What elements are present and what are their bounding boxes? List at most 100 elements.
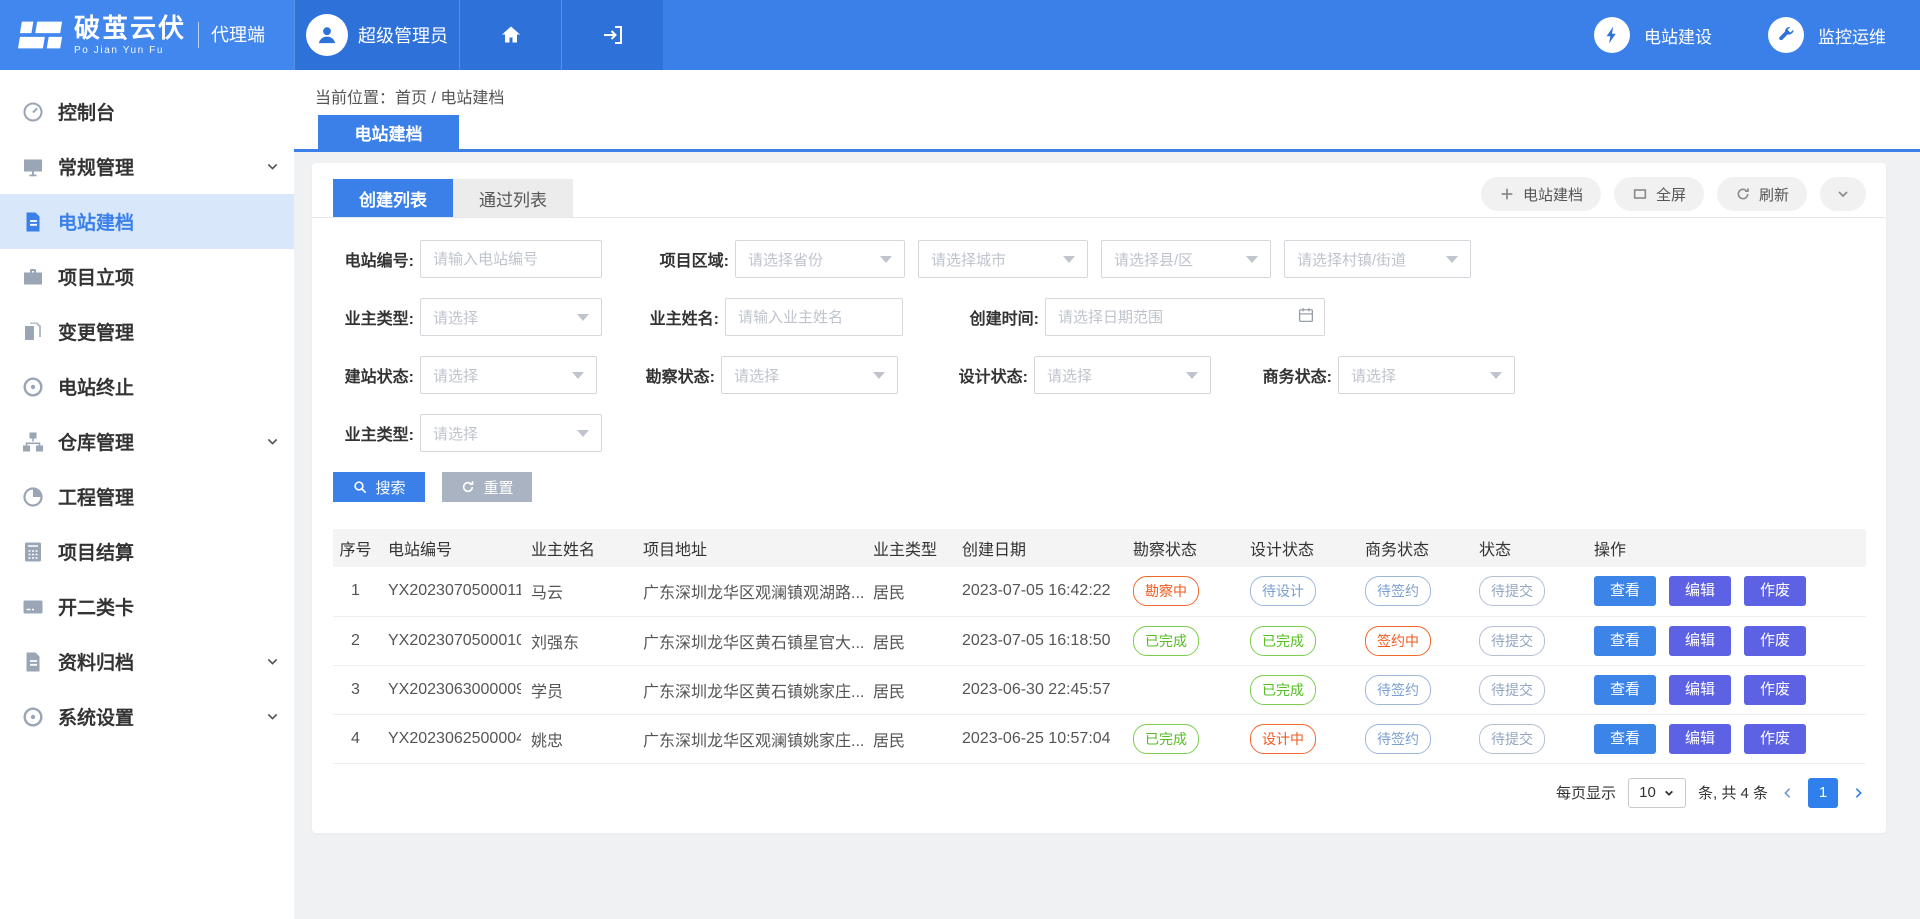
date-range-picker[interactable] [1045,298,1325,336]
void-button[interactable]: 作废 [1744,675,1806,705]
card-toolbar: 电站建档 全屏 刷新 [1481,177,1866,211]
monitor-icon [20,154,46,180]
fullscreen-label: 全屏 [1656,184,1686,205]
view-button[interactable]: 查看 [1594,576,1656,606]
sidebar-item-project-initiation[interactable]: 项目立项 [0,249,294,304]
fullscreen-button[interactable]: 全屏 [1614,177,1704,211]
total-count-label: 条, 共 4 条 [1698,782,1768,803]
edit-button[interactable]: 编辑 [1669,675,1731,705]
sidebar-item-label: 资料归档 [58,648,134,675]
row-index: 4 [333,714,378,763]
void-button[interactable]: 作废 [1744,724,1806,754]
search-button[interactable]: 搜索 [333,472,425,502]
owner-name-input[interactable] [725,298,903,336]
user-menu[interactable]: 超级管理员 [294,0,459,70]
status-badge: 待提交 [1479,576,1545,606]
briefcase-icon [20,264,46,290]
avatar [306,14,348,56]
page-number-current[interactable]: 1 [1808,778,1838,808]
next-page-button[interactable] [1850,785,1866,801]
sidebar-item-warehouse-mgmt[interactable]: 仓库管理 [0,414,294,469]
project-address: 广东深圳龙华区黄石镇姚家庄... [633,665,863,714]
status-badge: 待提交 [1479,675,1545,705]
nav-monitor-ops[interactable]: 监控运维 [1768,17,1886,53]
refresh-button[interactable]: 刷新 [1717,177,1807,211]
void-button[interactable]: 作废 [1744,626,1806,656]
per-page-label: 每页显示 [1556,782,1616,803]
business-status-badge: 待签约 [1365,675,1431,705]
station-code-input[interactable] [420,240,602,278]
town-select[interactable]: 请选择村镇/街道 [1284,240,1471,278]
chevron-down-icon [1835,186,1851,202]
void-button[interactable]: 作废 [1744,576,1806,606]
edit-button[interactable]: 编辑 [1669,576,1731,606]
pie-chart-icon [20,484,46,510]
survey-status-label: 勘察状态: [634,363,715,387]
design-status-badge: 设计中 [1250,724,1316,754]
lightning-icon [1594,17,1630,53]
tab-create-list[interactable]: 创建列表 [333,179,453,217]
prev-page-button[interactable] [1780,785,1796,801]
view-button[interactable]: 查看 [1594,675,1656,705]
business-status-select[interactable]: 请选择 [1338,356,1515,394]
owner-type-select[interactable]: 请选择 [420,298,602,336]
view-button[interactable]: 查看 [1594,626,1656,656]
create-time-label: 创建时间: [958,305,1039,329]
edit-button[interactable]: 编辑 [1669,626,1731,656]
date-range-input[interactable] [1045,298,1325,336]
per-page-select[interactable]: 10 [1628,778,1686,808]
sidebar-item-class2-card[interactable]: 开二类卡 [0,579,294,634]
sidebar-item-label: 仓库管理 [58,428,134,455]
view-button[interactable]: 查看 [1594,724,1656,754]
fullscreen-icon [1632,186,1648,202]
business-status-placeholder: 请选择 [1351,365,1396,386]
page-tab-station-archive[interactable]: 电站建档 [318,115,459,149]
top-header: 破茧云伏 Po Jian Yun Fu 代理端 超级管理员 [0,0,1920,70]
sidebar-item-engineering-mgmt[interactable]: 工程管理 [0,469,294,524]
copy-icon [20,319,46,345]
survey-status-badge: 已完成 [1133,626,1199,656]
create-station-button[interactable]: 电站建档 [1481,177,1601,211]
filter-row-4: 业主类型: 请选择 [333,414,1866,452]
chevron-down-icon [265,159,280,174]
sidebar-item-general-mgmt[interactable]: 常规管理 [0,139,294,194]
sidebar-item-change-mgmt[interactable]: 变更管理 [0,304,294,359]
survey-status-badge: 已完成 [1133,724,1199,754]
caret-down-icon [572,372,584,379]
archive-icon [20,649,46,675]
reset-button[interactable]: 重置 [442,472,532,502]
sidebar-item-project-settlement[interactable]: 项目结算 [0,524,294,579]
status-badge: 待提交 [1479,724,1545,754]
filter-row-3: 建站状态: 请选择 勘察状态: 请选择 设计状态: 请选择 商务状态: 请选择 [333,356,1866,394]
collapse-button[interactable] [1820,177,1866,211]
owner-type2-select[interactable]: 请选择 [420,414,602,452]
tab-passed-list[interactable]: 通过列表 [453,179,573,217]
sidebar-item-system-settings[interactable]: 系统设置 [0,689,294,744]
table-row: 1 YX2023070500011 马云 广东深圳龙华区观澜镇观湖路... 居民… [333,567,1866,616]
owner-name-label: 业主姓名: [638,305,719,329]
chevron-down-icon [265,654,280,669]
sidebar-item-station-termination[interactable]: 电站终止 [0,359,294,414]
survey-status-select[interactable]: 请选择 [721,356,898,394]
home-button[interactable] [459,0,561,70]
home-icon [499,23,523,47]
breadcrumb-path: 首页 / 电站建档 [395,90,504,107]
nav-station-build[interactable]: 电站建设 [1594,17,1712,53]
sidebar-item-data-archive[interactable]: 资料归档 [0,634,294,689]
owner-type: 居民 [863,714,952,763]
county-select[interactable]: 请选择县/区 [1101,240,1271,278]
col-header: 项目地址 [633,529,863,567]
province-select[interactable]: 请选择省份 [735,240,905,278]
sidebar-item-station-archive[interactable]: 电站建档 [0,194,294,249]
edit-button[interactable]: 编辑 [1669,724,1731,754]
build-status-select[interactable]: 请选择 [420,356,597,394]
reset-icon [460,479,476,495]
search-label: 搜索 [375,477,405,498]
sidebar-item-dashboard[interactable]: 控制台 [0,84,294,139]
city-select[interactable]: 请选择城市 [918,240,1088,278]
town-placeholder: 请选择村镇/街道 [1297,249,1406,270]
breadcrumb: 当前位置：首页 / 电站建档 [315,84,504,108]
design-status-select[interactable]: 请选择 [1034,356,1211,394]
col-header: 业主姓名 [521,529,633,567]
logout-button[interactable] [561,0,663,70]
